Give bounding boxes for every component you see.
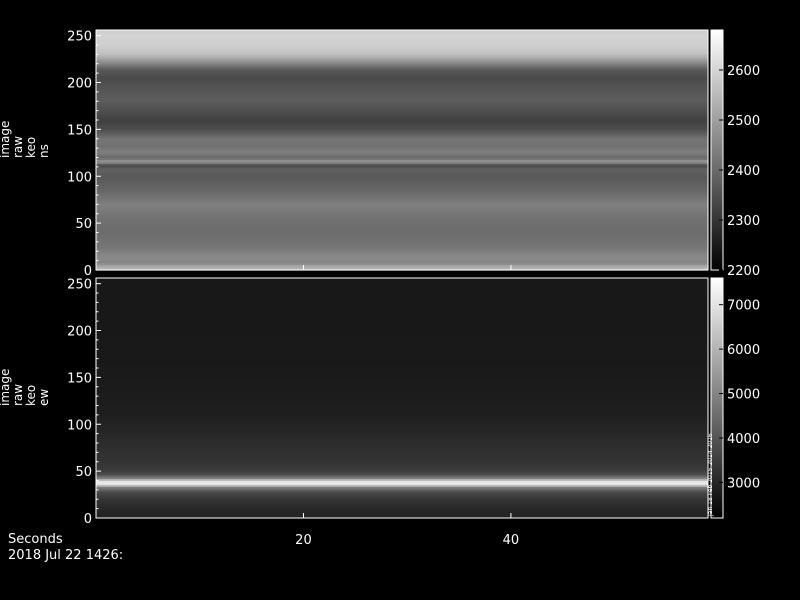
- heatmap-image: [96, 30, 708, 271]
- y-tick-label: 200: [67, 325, 92, 340]
- y-axis-label-line: keo: [24, 137, 38, 158]
- keogram-figure: 0 50 100 150 200 250 imagerawkeons 2200 2300 2400…: [0, 29, 760, 563]
- y-axis-label-line: ew: [37, 389, 51, 406]
- x-axis-title: Seconds: [8, 532, 63, 547]
- colorbar: [710, 29, 724, 271]
- y-axis-label-line: raw: [11, 136, 25, 158]
- colorbar-tick-label: 2600: [727, 64, 760, 79]
- y-tick-label: 50: [75, 217, 92, 232]
- colorbar-tick-label: 2200: [727, 264, 760, 279]
- date-label: 2018 Jul 22 1426:: [8, 548, 123, 563]
- y-tick-label: 0: [84, 512, 92, 527]
- y-axis-label-line: ns: [37, 144, 51, 158]
- colorbar-tick-label: 2300: [727, 214, 760, 229]
- top-panel: 050100150200250imagerawkeons220023002400…: [0, 29, 760, 279]
- y-tick-label: 150: [67, 123, 92, 138]
- y-tick-label: 50: [75, 465, 92, 480]
- y-tick-label: 250: [67, 30, 92, 45]
- y-tick-label: 200: [67, 77, 92, 92]
- y-tick-label: 250: [67, 278, 92, 293]
- y-axis-label-line: keo: [24, 385, 38, 406]
- x-tick-label: 20: [295, 533, 312, 548]
- y-tick-label: 150: [67, 371, 92, 386]
- colorbar-tick-label: 4000: [727, 432, 760, 447]
- y-axis-label: imagerawkeons: [0, 121, 51, 158]
- colorbar-tick-label: 6000: [727, 343, 760, 358]
- y-tick-label: 100: [67, 418, 92, 433]
- colorbar-tick-label: 2400: [727, 164, 760, 179]
- colorbar-tick-label: 5000: [727, 388, 760, 403]
- y-tick-label: 100: [67, 170, 92, 185]
- x-tick-label: 40: [503, 533, 520, 548]
- colorbar-tick-label: 2500: [727, 114, 760, 129]
- y-axis-label-line: raw: [11, 384, 25, 406]
- colorbar-tick-label: 7000: [727, 299, 760, 314]
- side-note: Jan 18 Feb 2015 2014 2016: [707, 433, 714, 517]
- heatmap-image: [96, 278, 708, 519]
- bottom-panel: 0 50 100 150 200 250 20 40 imagerawkeoew 3000 4000…: [0, 277, 760, 548]
- colorbar-tick-label: 3000: [727, 476, 760, 491]
- y-axis-label: imagerawkeoew: [0, 369, 51, 406]
